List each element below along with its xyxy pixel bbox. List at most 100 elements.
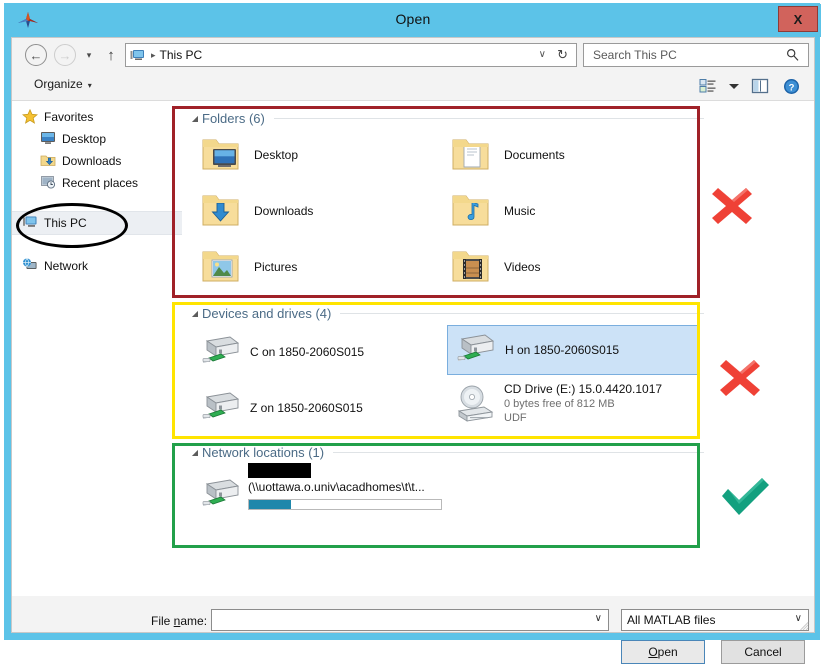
organize-button[interactable]: Organize ▾	[34, 77, 92, 91]
chevron-down-icon[interactable]: ∨	[595, 613, 602, 624]
sidebar-item-label: Favorites	[44, 110, 94, 124]
sidebar-item-label: Recent places	[62, 176, 139, 190]
preview-pane-icon[interactable]	[749, 75, 771, 97]
breadcrumb-current: This PC	[159, 48, 203, 62]
recent-places-icon	[40, 175, 57, 191]
cancel-button[interactable]: Cancel	[721, 640, 805, 664]
recent-locations-dropdown[interactable]: ▾	[82, 49, 96, 61]
group-rule	[340, 312, 704, 314]
command-bar-icons: ?	[697, 75, 802, 97]
this-pc-icon	[22, 215, 39, 231]
group-header-devices[interactable]: ◢ Devices and drives (4)	[188, 304, 708, 322]
storage-usage-bar	[248, 499, 442, 510]
address-history-caret[interactable]: ∨	[539, 49, 546, 60]
sidebar-item-this-pc[interactable]: This PC	[12, 211, 182, 235]
folder-music-icon	[450, 190, 494, 233]
folder-desktop-icon	[200, 134, 244, 177]
folder-tile-desktop[interactable]: Desktop	[200, 131, 450, 179]
network-drive-icon	[200, 475, 242, 516]
window-frame: Open X ← → ▾ ↑ ▸ This PC ∨ ↻ Search This…	[4, 3, 821, 664]
collapse-triangle-icon[interactable]: ◢	[188, 309, 202, 318]
open-button[interactable]: Open	[621, 640, 705, 664]
dialog-footer: File name: ∨ All MATLAB files ∨ Open Can…	[12, 596, 814, 664]
close-button[interactable]: X	[778, 6, 818, 32]
items-view: ◢ Folders (6) Desktop Documents Download…	[182, 101, 814, 596]
sidebar-item-recent-places[interactable]: Recent places	[12, 172, 182, 194]
navigation-bar: ← → ▾ ↑ ▸ This PC ∨ ↻ Search This PC	[12, 38, 814, 71]
folder-downloads-icon	[200, 190, 244, 233]
breadcrumb-separator: ▸	[151, 49, 156, 60]
file-type-dropdown[interactable]: All MATLAB files ∨	[621, 609, 809, 631]
drive-tile-cd[interactable]: CD Drive (E:) 15.0.4420.1017 0 bytes fre…	[454, 379, 714, 435]
screenshot-root: Open X ← → ▾ ↑ ▸ This PC ∨ ↻ Search This…	[0, 0, 824, 664]
body-area: Favorites Desktop Downloads Recent place…	[12, 101, 814, 596]
drive-label: Z on 1850-2060S015	[250, 400, 363, 415]
sidebar-item-label: This PC	[44, 216, 87, 230]
title-bar: Open X	[5, 4, 821, 37]
folder-tile-videos[interactable]: Videos	[450, 243, 700, 291]
folder-tile-downloads[interactable]: Downloads	[200, 187, 450, 235]
drive-tile-h[interactable]: H on 1850-2060S015	[447, 325, 699, 375]
back-button[interactable]: ←	[25, 44, 47, 66]
sidebar-item-label: Desktop	[62, 132, 107, 146]
redacted-name-bar	[248, 463, 311, 478]
folder-label: Desktop	[254, 147, 299, 162]
sidebar-item-label: Downloads	[62, 154, 122, 168]
network-drive-icon	[200, 332, 242, 373]
collapse-triangle-icon[interactable]: ◢	[188, 114, 202, 123]
sidebar-item-desktop[interactable]: Desktop	[12, 128, 182, 150]
drive-tile-z[interactable]: Z on 1850-2060S015	[200, 385, 450, 431]
folder-label: Downloads	[254, 203, 314, 218]
downloads-folder-icon	[40, 153, 57, 169]
command-bar: Organize ▾ ?	[12, 71, 814, 101]
address-bar[interactable]: ▸ This PC ∨ ↻	[125, 43, 577, 67]
file-type-value: All MATLAB files	[627, 613, 716, 627]
search-input[interactable]	[591, 47, 780, 63]
drive-capacity-text: 0 bytes free of 812 MB	[504, 398, 615, 410]
folder-label: Music	[504, 203, 536, 218]
chevron-down-icon: ▾	[87, 81, 92, 90]
drive-label: C on 1850-2060S015	[250, 344, 365, 359]
resize-grip[interactable]	[800, 620, 810, 631]
network-location-tile[interactable]: (\\uottawa.o.univ\acadhomes\t\t...	[200, 463, 480, 519]
sidebar-item-favorites[interactable]: Favorites	[12, 106, 182, 128]
sidebar-item-downloads[interactable]: Downloads	[12, 150, 182, 172]
folder-documents-icon	[450, 134, 494, 177]
sidebar-item-label: Network	[44, 259, 89, 273]
help-icon[interactable]: ?	[780, 75, 802, 97]
desktop-icon	[40, 131, 57, 147]
sidebar-item-network[interactable]: Network	[12, 255, 182, 277]
forward-button: →	[54, 44, 76, 66]
organize-label: Organize	[34, 77, 83, 91]
folder-tile-pictures[interactable]: Pictures	[200, 243, 450, 291]
view-dropdown-caret[interactable]	[728, 75, 740, 97]
collapse-triangle-icon[interactable]: ◢	[188, 448, 202, 457]
this-pc-icon	[130, 49, 145, 62]
group-title: Folders (6)	[202, 110, 265, 126]
drive-label: H on 1850-2060S015	[505, 342, 620, 357]
folder-tile-music[interactable]: Music	[450, 187, 700, 235]
drive-tile-c[interactable]: C on 1850-2060S015	[200, 329, 450, 375]
svg-text:?: ?	[788, 82, 794, 93]
group-header-network-locations[interactable]: ◢ Network locations (1)	[188, 443, 708, 461]
group-rule	[273, 117, 704, 119]
up-button[interactable]: ↑	[102, 45, 120, 65]
group-header-folders[interactable]: ◢ Folders (6)	[188, 109, 708, 127]
file-name-label: File name:	[151, 614, 208, 628]
folder-label: Pictures	[254, 259, 298, 274]
group-title: Network locations (1)	[202, 444, 325, 460]
folder-videos-icon	[450, 246, 494, 289]
search-box[interactable]	[583, 43, 809, 67]
cd-drive-icon	[454, 383, 496, 430]
folder-tile-documents[interactable]: Documents	[450, 131, 700, 179]
window-title: Open	[395, 11, 431, 27]
change-view-icon[interactable]	[697, 75, 719, 97]
dialog-client-area: ← → ▾ ↑ ▸ This PC ∨ ↻ Search This PC Org…	[11, 37, 815, 664]
network-location-path: (\\uottawa.o.univ\acadhomes\t\t...	[248, 480, 425, 494]
folder-label: Videos	[504, 259, 541, 274]
file-name-input[interactable]	[216, 612, 588, 628]
refresh-icon[interactable]: ↻	[557, 47, 568, 63]
file-name-combo[interactable]: ∨	[211, 609, 609, 631]
network-globe-icon	[22, 258, 39, 274]
group-title: Devices and drives (4)	[202, 305, 332, 321]
